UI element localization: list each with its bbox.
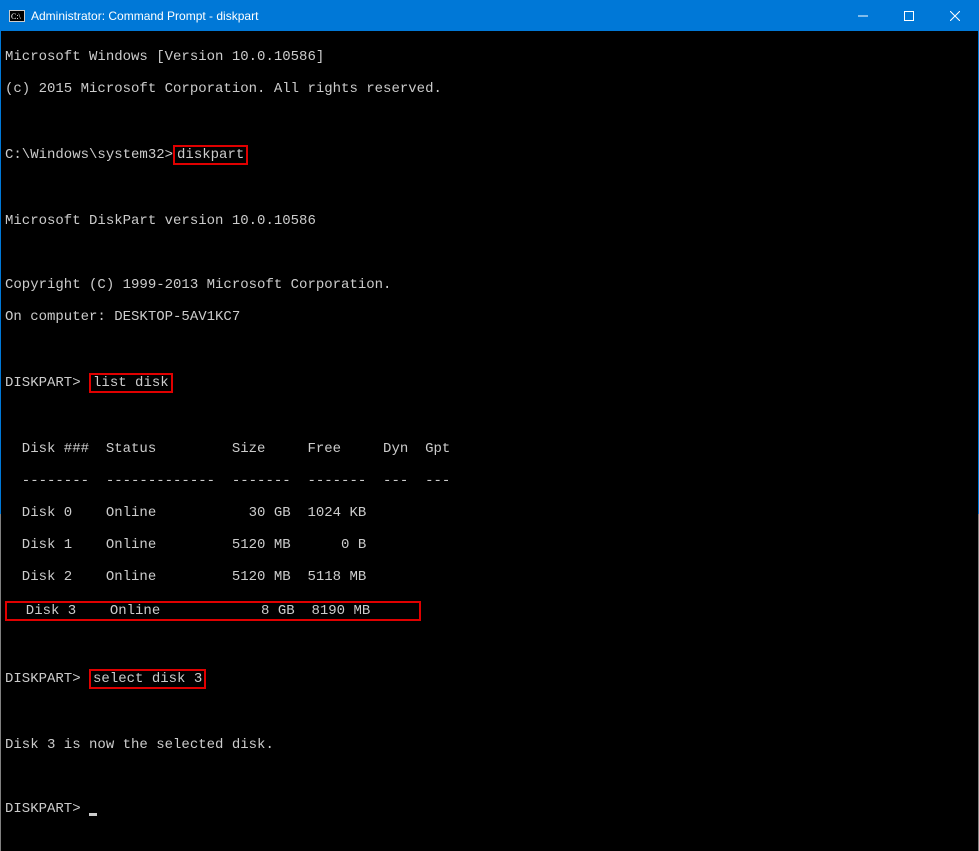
close-button[interactable]	[932, 1, 978, 31]
prompt-path: C:\Windows\system32>	[5, 147, 173, 163]
blank-line	[5, 705, 974, 721]
line-dp-version: Microsoft DiskPart version 10.0.10586	[5, 213, 974, 229]
prompt-line-1: C:\Windows\system32>diskpart	[5, 145, 974, 165]
line-dp-computer: On computer: DESKTOP-5AV1KC7	[5, 309, 974, 325]
minimize-button[interactable]	[840, 1, 886, 31]
dp-prompt: DISKPART>	[5, 375, 81, 391]
command-prompt-window: C:\ Administrator: Command Prompt - disk…	[0, 0, 979, 514]
window-title: Administrator: Command Prompt - diskpart	[31, 9, 840, 23]
blank-line	[5, 181, 974, 197]
table-divider: -------- ------------- ------- ------- -…	[5, 473, 974, 489]
titlebar[interactable]: C:\ Administrator: Command Prompt - disk…	[1, 1, 978, 31]
highlight-diskpart: diskpart	[173, 145, 248, 165]
line-copyright: (c) 2015 Microsoft Corporation. All righ…	[5, 81, 974, 97]
blank-line	[5, 341, 974, 357]
blank-line	[5, 113, 974, 129]
line-result: Disk 3 is now the selected disk.	[5, 737, 974, 753]
table-header: Disk ### Status Size Free Dyn Gpt	[5, 441, 974, 457]
terminal-output[interactable]: Microsoft Windows [Version 10.0.10586] (…	[1, 31, 978, 851]
blank-line	[5, 769, 974, 785]
dp-prompt: DISKPART>	[5, 671, 81, 687]
blank-line	[5, 637, 974, 653]
cmd-icon: C:\	[9, 8, 25, 24]
highlight-disk-3-row: Disk 3 Online 8 GB 8190 MB	[5, 601, 421, 621]
svg-text:C:\: C:\	[11, 12, 22, 21]
maximize-button[interactable]	[886, 1, 932, 31]
table-row: Disk 2 Online 5120 MB 5118 MB	[5, 569, 974, 585]
table-row-highlighted: Disk 3 Online 8 GB 8190 MB	[5, 601, 974, 621]
dp-prompt-final: DISKPART>	[5, 801, 89, 817]
prompt-line-3: DISKPART> select disk 3	[5, 669, 974, 689]
highlight-select-disk: select disk 3	[89, 669, 206, 689]
window-buttons	[840, 1, 978, 31]
prompt-line-2: DISKPART> list disk	[5, 373, 974, 393]
prompt-line-4: DISKPART>	[5, 801, 974, 817]
cursor	[89, 813, 97, 816]
highlight-list-disk: list disk	[89, 373, 173, 393]
table-row: Disk 0 Online 30 GB 1024 KB	[5, 505, 974, 521]
line-dp-copyright: Copyright (C) 1999-2013 Microsoft Corpor…	[5, 277, 974, 293]
blank-line	[5, 409, 974, 425]
blank-line	[5, 245, 974, 261]
line-version: Microsoft Windows [Version 10.0.10586]	[5, 49, 974, 65]
table-row: Disk 1 Online 5120 MB 0 B	[5, 537, 974, 553]
